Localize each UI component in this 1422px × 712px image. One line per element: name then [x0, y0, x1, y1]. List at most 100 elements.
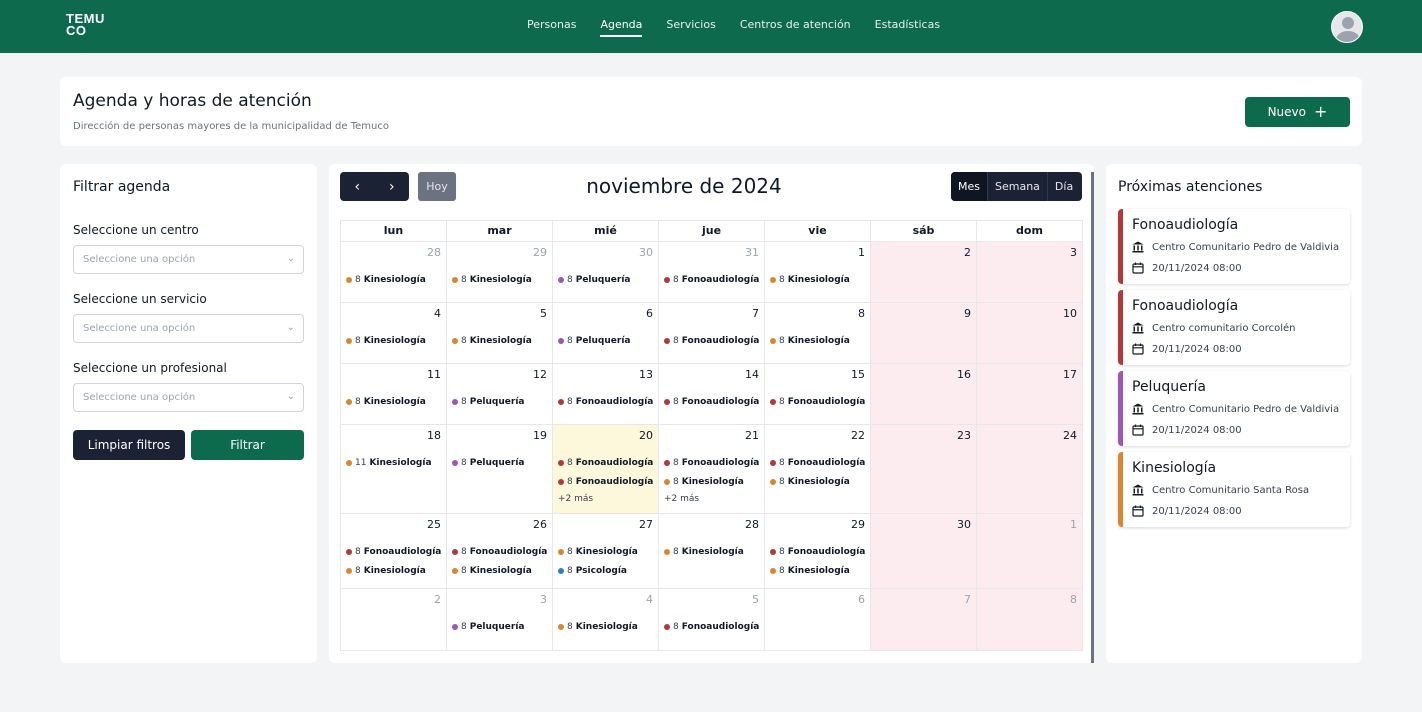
calendar-day[interactable]: 11 8 Kinesiología	[341, 364, 447, 424]
upcoming-item[interactable]: Peluquería Centro Comunitario Pedro de V…	[1118, 371, 1350, 446]
calendar-event[interactable]: 8 Peluquería	[452, 617, 549, 636]
calendar-day[interactable]: 9	[871, 303, 977, 363]
view-week-button[interactable]: Semana	[987, 172, 1048, 201]
nav-link-servicios[interactable]: Servicios	[666, 18, 715, 37]
prev-month-button[interactable]: ‹	[340, 172, 375, 201]
upcoming-item[interactable]: Fonoaudiología Centro Comunitario Pedro …	[1118, 209, 1350, 284]
calendar-event[interactable]: 8 Psicología	[558, 561, 655, 580]
next-month-button[interactable]: ›	[375, 172, 410, 201]
nav-link-agenda[interactable]: Agenda	[600, 18, 643, 37]
calendar-day[interactable]: 6 8 Peluquería	[553, 303, 659, 363]
calendar-day[interactable]: 4 8 Kinesiología	[341, 303, 447, 363]
calendar-day[interactable]: 2	[341, 589, 447, 650]
calendar-event[interactable]: 8 Fonoaudiología	[770, 542, 867, 561]
calendar-day[interactable]: 29 8 Kinesiología	[447, 242, 553, 302]
calendar-event[interactable]: 8 Fonoaudiología	[664, 331, 761, 350]
upcoming-item[interactable]: Fonoaudiología Centro comunitario Corcol…	[1118, 290, 1350, 365]
calendar-day[interactable]: 14 8 Fonoaudiología	[659, 364, 765, 424]
calendar-event[interactable]: 8 Kinesiología	[558, 617, 655, 636]
calendar-event[interactable]: 8 Fonoaudiología	[452, 542, 549, 561]
calendar-event[interactable]: 11 Kinesiología	[346, 453, 443, 472]
calendar-day[interactable]: 23	[871, 425, 977, 513]
calendar-event[interactable]: 8 Fonoaudiología	[346, 542, 443, 561]
calendar-day[interactable]: 13 8 Fonoaudiología	[553, 364, 659, 424]
calendar-day[interactable]: 10	[977, 303, 1082, 363]
calendar-event[interactable]: 8 Fonoaudiología	[664, 392, 761, 411]
calendar-day[interactable]: 28 8 Kinesiología	[341, 242, 447, 302]
calendar-day[interactable]: 20 8 Fonoaudiología 8 Fonoaudiología +2 más	[553, 425, 659, 513]
calendar-day[interactable]: 26 8 Fonoaudiología 8 Kinesiología	[447, 514, 553, 588]
calendar-day[interactable]: 5 8 Kinesiología	[447, 303, 553, 363]
calendar-day[interactable]: 8 8 Kinesiología	[765, 303, 871, 363]
calendar-day[interactable]: 3 8 Peluquería	[447, 589, 553, 650]
calendar-event[interactable]: 8 Peluquería	[452, 453, 549, 472]
clear-filters-button[interactable]: Limpiar filtros	[73, 430, 185, 460]
calendar-day[interactable]: 15 8 Fonoaudiología	[765, 364, 871, 424]
user-avatar[interactable]	[1331, 11, 1363, 43]
calendar-event[interactable]: 8 Fonoaudiología	[770, 392, 867, 411]
calendar-event[interactable]: 8 Fonoaudiología	[558, 392, 655, 411]
calendar-day[interactable]: 27 8 Kinesiología 8 Psicología	[553, 514, 659, 588]
calendar-day[interactable]: 3	[977, 242, 1082, 302]
calendar-event[interactable]: 8 Kinesiología	[346, 331, 443, 350]
calendar-event[interactable]: 8 Fonoaudiología	[664, 453, 761, 472]
calendar-event[interactable]: 8 Kinesiología	[770, 270, 867, 289]
calendar-day[interactable]: 31 8 Fonoaudiología	[659, 242, 765, 302]
calendar-event[interactable]: 8 Kinesiología	[346, 392, 443, 411]
calendar-event[interactable]: 8 Peluquería	[558, 331, 655, 350]
calendar-event[interactable]: 8 Kinesiología	[770, 561, 867, 580]
calendar-day[interactable]: 5 8 Fonoaudiología	[659, 589, 765, 650]
calendar-day[interactable]: 25 8 Fonoaudiología 8 Kinesiología	[341, 514, 447, 588]
center-select[interactable]: Seleccione una opción ⌄	[73, 245, 304, 274]
calendar-event[interactable]: 8 Kinesiología	[770, 331, 867, 350]
calendar-event[interactable]: 8 Fonoaudiología	[770, 453, 867, 472]
calendar-event[interactable]: 8 Kinesiología	[346, 270, 443, 289]
upcoming-item[interactable]: Kinesiología Centro Comunitario Santa Ro…	[1118, 452, 1350, 527]
calendar-day[interactable]: 28 8 Kinesiología	[659, 514, 765, 588]
calendar-day[interactable]: 24	[977, 425, 1082, 513]
calendar-event[interactable]: 8 Kinesiología	[664, 542, 761, 561]
temuco-logo[interactable]: TEMU CO	[66, 12, 108, 43]
calendar-day[interactable]: 30 8 Peluquería	[553, 242, 659, 302]
calendar-event[interactable]: 8 Kinesiología	[452, 561, 549, 580]
calendar-day[interactable]: 29 8 Fonoaudiología 8 Kinesiología	[765, 514, 871, 588]
view-month-button[interactable]: Mes	[951, 172, 987, 201]
calendar-event[interactable]: 8 Kinesiología	[770, 472, 867, 491]
calendar-day[interactable]: 6	[765, 589, 871, 650]
calendar-day[interactable]: 22 8 Fonoaudiología 8 Kinesiología	[765, 425, 871, 513]
calendar-day[interactable]: 8	[977, 589, 1082, 650]
calendar-event[interactable]: 8 Peluquería	[452, 392, 549, 411]
calendar-day[interactable]: 7 8 Fonoaudiología	[659, 303, 765, 363]
view-day-button[interactable]: Día	[1048, 172, 1080, 201]
calendar-day[interactable]: 7	[871, 589, 977, 650]
more-events-link[interactable]: +2 más	[558, 491, 655, 507]
calendar-event[interactable]: 8 Fonoaudiología	[664, 617, 761, 636]
nav-link-centros[interactable]: Centros de atención	[740, 18, 851, 37]
service-select[interactable]: Seleccione una opción ⌄	[73, 314, 304, 343]
calendar-day[interactable]: 19 8 Peluquería	[447, 425, 553, 513]
nav-link-personas[interactable]: Personas	[527, 18, 576, 37]
calendar-day[interactable]: 12 8 Peluquería	[447, 364, 553, 424]
nav-link-estadisticas[interactable]: Estadísticas	[875, 18, 940, 37]
more-events-link[interactable]: +2 más	[664, 491, 761, 507]
calendar-day[interactable]: 4 8 Kinesiología	[553, 589, 659, 650]
today-button[interactable]: Hoy	[418, 172, 456, 201]
calendar-day[interactable]: 18 11 Kinesiología	[341, 425, 447, 513]
professional-select[interactable]: Seleccione una opción ⌄	[73, 383, 304, 412]
calendar-event[interactable]: 8 Peluquería	[558, 270, 655, 289]
calendar-event[interactable]: 8 Kinesiología	[346, 561, 443, 580]
calendar-day[interactable]: 1 8 Kinesiología	[765, 242, 871, 302]
calendar-day[interactable]: 2	[871, 242, 977, 302]
calendar-event[interactable]: 8 Fonoaudiología	[558, 472, 655, 491]
calendar-event[interactable]: 8 Kinesiología	[664, 472, 761, 491]
calendar-event[interactable]: 8 Kinesiología	[452, 331, 549, 350]
calendar-day[interactable]: 1	[977, 514, 1082, 588]
calendar-event[interactable]: 8 Kinesiología	[558, 542, 655, 561]
filter-button[interactable]: Filtrar	[191, 430, 304, 460]
calendar-day[interactable]: 17	[977, 364, 1082, 424]
calendar-day[interactable]: 30	[871, 514, 977, 588]
new-button[interactable]: Nuevo +	[1245, 97, 1350, 127]
calendar-event[interactable]: 8 Fonoaudiología	[558, 453, 655, 472]
calendar-event[interactable]: 8 Fonoaudiología	[664, 270, 761, 289]
calendar-day[interactable]: 16	[871, 364, 977, 424]
